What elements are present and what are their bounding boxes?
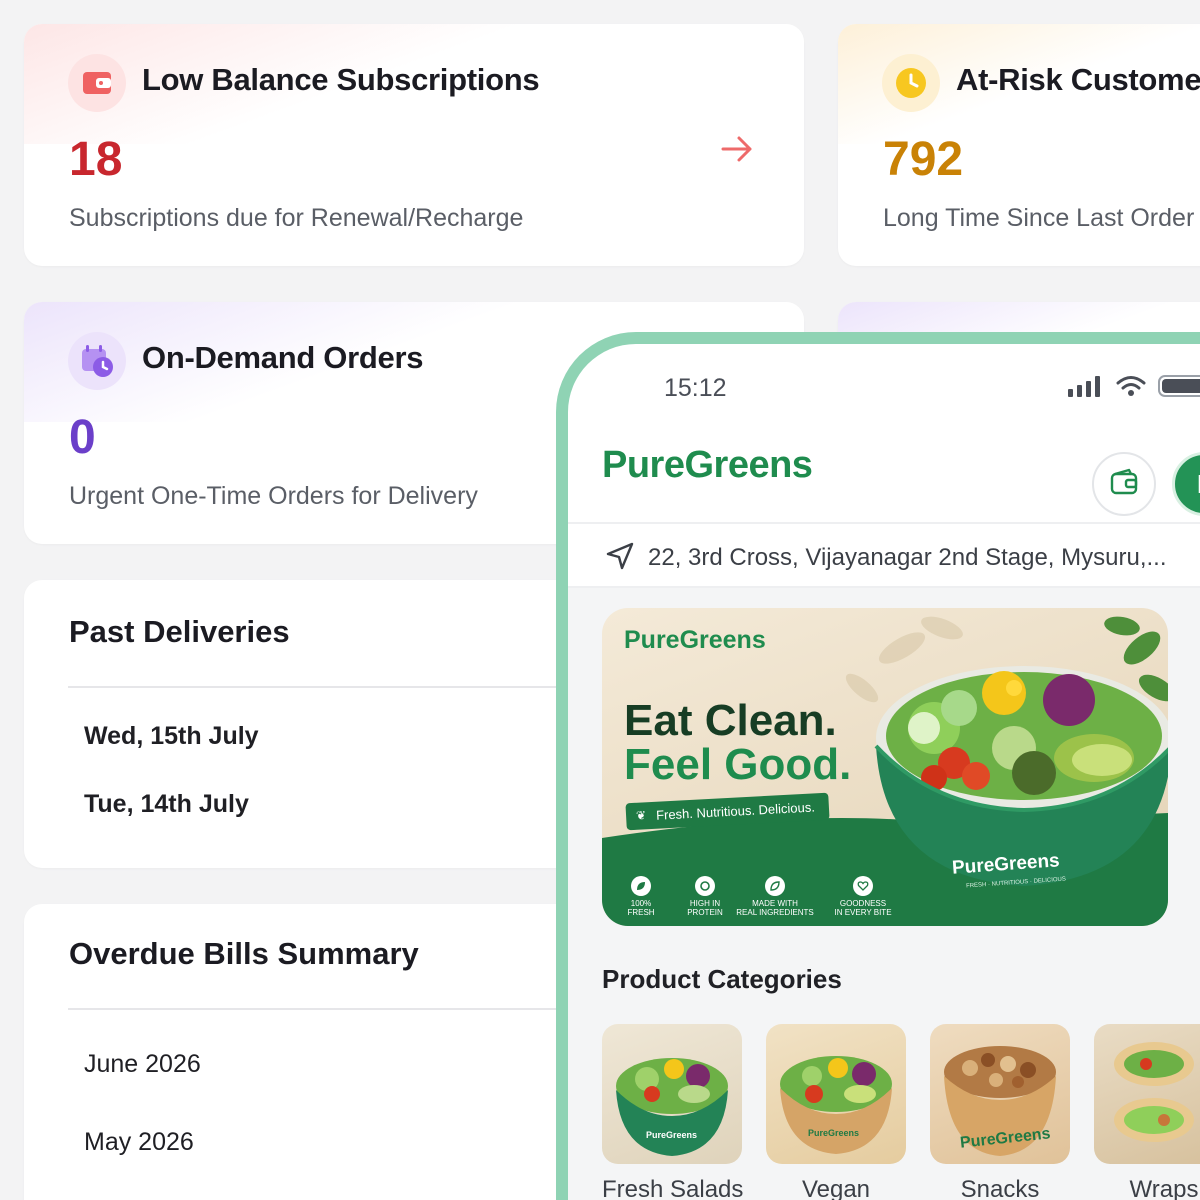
feature-line: IN EVERY BITE [834, 908, 892, 917]
banner-headline-1: Eat Clean. [624, 696, 837, 745]
battery-icon [1158, 374, 1200, 403]
card-title: At-Risk Customers [956, 62, 1200, 97]
arrow-right-icon[interactable] [720, 134, 754, 169]
clock-icon [882, 54, 940, 112]
at-risk-card[interactable]: At-Risk Customers 792 Long Time Since La… [838, 24, 1200, 266]
section-title: Past Deliveries [69, 614, 290, 649]
card-subtitle: Subscriptions due for Renewal/Recharge [69, 204, 524, 232]
wifi-icon [1116, 375, 1146, 402]
category-label: Wraps [1129, 1176, 1199, 1200]
address-text: 22, 3rd Cross, Vijayanagar 2nd Stage, My… [648, 544, 1167, 571]
feature-real-ingredients: MADE WITH REAL INGREDIENTS [730, 876, 820, 917]
wallet-button[interactable] [1092, 452, 1156, 516]
phone-mockup: 15:12 PureGreens M 22, 3rd Cross, Vijaya… [556, 332, 1200, 1200]
heart-icon [853, 876, 873, 896]
category-label: Fresh Salads [602, 1176, 744, 1200]
banner-brand: PureGreens [624, 626, 766, 654]
category-label: Snacks [960, 1176, 1040, 1200]
calendar-clock-icon [68, 332, 126, 390]
feature-line: GOODNESS [839, 899, 887, 908]
feature-line: REAL INGREDIENTS [736, 908, 814, 917]
card-subtitle: Long Time Since Last Order [883, 204, 1195, 232]
list-item[interactable]: June 2026 [84, 1050, 201, 1079]
section-title: Overdue Bills Summary [69, 936, 419, 971]
feature-goodness: GOODNESS IN EVERY BITE [818, 876, 908, 917]
card-value: 792 [883, 133, 964, 186]
card-title: Low Balance Subscriptions [142, 62, 540, 97]
tile-brand: PureGreens [808, 1128, 860, 1138]
signal-icon [1068, 375, 1104, 402]
feature-line: MADE WITH [752, 899, 798, 908]
wallet-icon [1109, 467, 1139, 502]
leaf-icon: ❦ [635, 808, 647, 823]
leaf-icon [765, 876, 785, 896]
vegan-bowl-image [780, 1056, 892, 1154]
salad-bowl-image [616, 1058, 728, 1156]
category-tile-wraps[interactable] [1094, 1024, 1200, 1164]
avatar[interactable]: M [1172, 452, 1200, 516]
list-item[interactable]: Wed, 15th July [84, 722, 259, 751]
tagline-text: Fresh. Nutritious. Delicious. [655, 799, 816, 823]
list-item[interactable]: May 2026 [84, 1128, 194, 1157]
low-balance-card[interactable]: Low Balance Subscriptions 18 Subscriptio… [24, 24, 804, 266]
status-icons [1068, 374, 1200, 403]
category-tile-fresh-salads[interactable]: PureGreens [602, 1024, 742, 1164]
card-subtitle: Urgent One-Time Orders for Delivery [69, 482, 478, 510]
banner-headline-2: Feel Good. [624, 740, 852, 789]
category-tile-vegan[interactable]: PureGreens [766, 1024, 906, 1164]
card-title: On-Demand Orders [142, 340, 424, 375]
category-tile-snacks[interactable]: PureGreens [930, 1024, 1070, 1164]
card-value: 18 [69, 133, 123, 186]
address-bar[interactable]: 22, 3rd Cross, Vijayanagar 2nd Stage, My… [568, 522, 1200, 588]
wallet-icon [68, 54, 126, 112]
categories-title: Product Categories [602, 964, 842, 994]
app-brand: PureGreens [602, 444, 813, 486]
muscle-icon [695, 876, 715, 896]
tile-brand: PureGreens [646, 1130, 698, 1140]
promo-banner[interactable]: PureGreens Eat Clean. Feel Good. ❦ Fresh… [602, 608, 1168, 926]
navigation-icon [604, 540, 636, 577]
wrap-image [1114, 1042, 1194, 1142]
category-label: Vegan [801, 1176, 871, 1200]
leaf-icon [631, 876, 651, 896]
status-time: 15:12 [664, 374, 727, 402]
list-item[interactable]: Tue, 14th July [84, 790, 249, 819]
card-value: 0 [69, 411, 96, 464]
